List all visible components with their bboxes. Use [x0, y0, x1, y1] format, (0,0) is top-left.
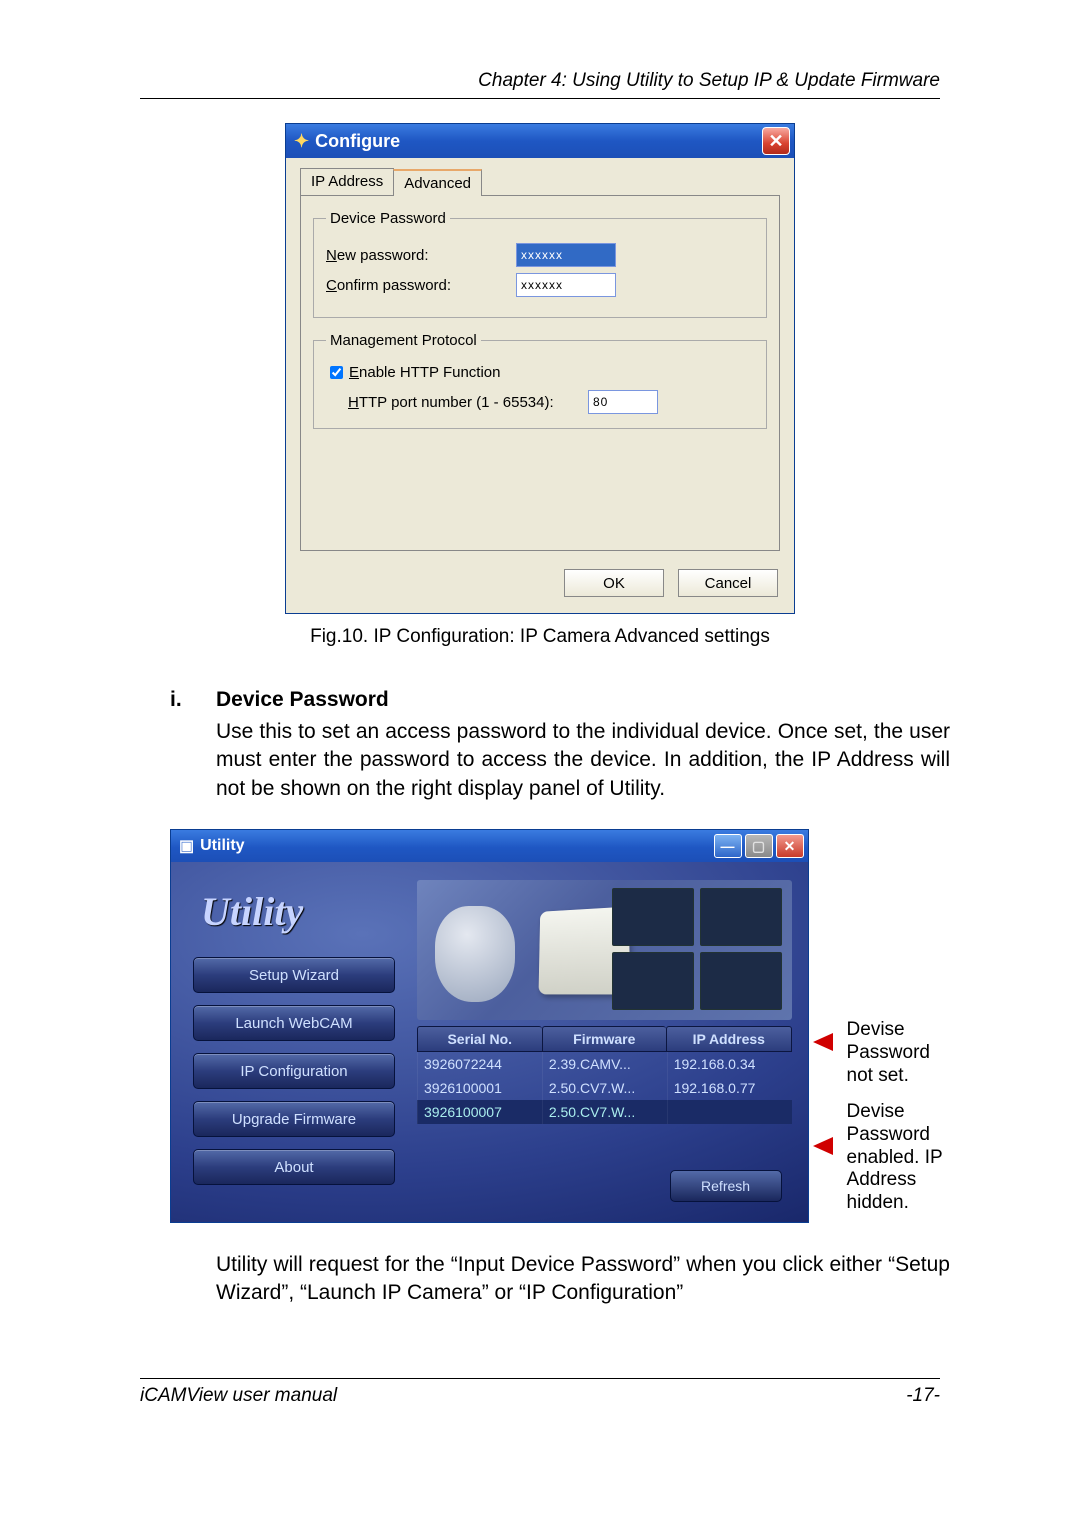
confirm-password-input[interactable]: [516, 273, 616, 297]
figure-10-caption: Fig.10. IP Configuration: IP Camera Adva…: [120, 626, 960, 648]
preview-banner: [417, 880, 792, 1020]
cell-ip: [667, 1100, 792, 1124]
footer-left: iCAMView user manual: [140, 1385, 337, 1407]
section-title: Device Password: [216, 688, 389, 712]
nav-about[interactable]: About: [193, 1149, 395, 1185]
cell-firmware: 2.39.CAMV...: [542, 1052, 667, 1076]
cancel-button[interactable]: Cancel: [678, 569, 778, 597]
close-button[interactable]: ✕: [762, 127, 790, 155]
table-row[interactable]: 3926100007 2.50.CV7.W...: [417, 1100, 792, 1124]
cell-serial: 3926100001: [417, 1076, 542, 1100]
cell-serial: 3926100007: [417, 1100, 542, 1124]
group-management-protocol: Management Protocol Enable HTTP Function…: [313, 332, 767, 429]
chapter-header: Chapter 4: Using Utility to Setup IP & U…: [140, 70, 940, 99]
col-ip[interactable]: IP Address: [666, 1026, 792, 1052]
camera-illustration: [435, 906, 515, 1002]
document-page: Chapter 4: Using Utility to Setup IP & U…: [0, 0, 1080, 1447]
brand-logo: Utility: [201, 888, 413, 935]
section-body: Use this to set an access password to th…: [216, 718, 950, 803]
app-icon: ▣: [179, 836, 194, 856]
section-number: i.: [170, 688, 216, 712]
cell-ip: 192.168.0.77: [667, 1076, 792, 1100]
nav-launch-webcam[interactable]: Launch WebCAM: [193, 1005, 395, 1041]
footer-right: -17-: [906, 1385, 940, 1407]
nav-upgrade-firmware[interactable]: Upgrade Firmware: [193, 1101, 395, 1137]
close-icon: ✕: [784, 838, 796, 855]
callout-password-enabled: Devise Password enabled. IP Address hidd…: [847, 1101, 960, 1215]
page-footer: iCAMView user manual -17-: [140, 1378, 940, 1407]
callouts: Devise Password not set. Devise Password…: [819, 829, 960, 1221]
dialog-title-text: Configure: [315, 131, 400, 152]
table-row[interactable]: 3926100001 2.50.CV7.W... 192.168.0.77: [417, 1076, 792, 1100]
close-icon: ✕: [768, 131, 783, 152]
col-firmware[interactable]: Firmware: [542, 1026, 667, 1052]
cell-firmware: 2.50.CV7.W...: [542, 1076, 667, 1100]
http-port-input[interactable]: [588, 390, 658, 414]
cell-ip: 192.168.0.34: [667, 1052, 792, 1076]
section-i: i. Device Password Use this to set an ac…: [170, 688, 950, 803]
group-device-password-legend: Device Password: [326, 210, 450, 227]
nav-setup-wizard[interactable]: Setup Wizard: [193, 957, 395, 993]
enable-http-label: Enable HTTP FunctionEnable HTTP Function: [349, 364, 500, 381]
arrow-icon: [813, 1137, 833, 1155]
tab-panel-advanced: Device Password NNew password:ew passwor…: [300, 195, 780, 551]
http-port-label: HTTP port number (1 - 65534):HTTP port n…: [348, 394, 588, 411]
enable-http-checkbox[interactable]: [330, 366, 343, 379]
maximize-button: ▢: [745, 834, 773, 858]
preview-thumb: [612, 888, 694, 946]
wrench-icon: ✦: [294, 131, 309, 152]
dialog-titlebar: ✦ Configure ✕: [286, 124, 794, 158]
closing-paragraph: Utility will request for the “Input Devi…: [216, 1251, 950, 1308]
tab-strip: IP Address Advanced: [300, 168, 780, 195]
arrow-icon: [813, 1033, 833, 1051]
group-management-protocol-legend: Management Protocol: [326, 332, 481, 349]
utility-sidebar: Utility Setup Wizard Launch WebCAM IP Co…: [183, 876, 413, 1208]
nav-ip-configuration[interactable]: IP Configuration: [193, 1053, 395, 1089]
table-header: Serial No. Firmware IP Address: [417, 1026, 792, 1052]
tab-ip-address[interactable]: IP Address: [300, 168, 394, 195]
new-password-input[interactable]: [516, 243, 616, 267]
device-table: Serial No. Firmware IP Address 392607224…: [417, 1026, 792, 1124]
cell-firmware: 2.50.CV7.W...: [542, 1100, 667, 1124]
configure-dialog-figure: ✦ Configure ✕ IP Address Advanced Device…: [285, 123, 795, 614]
preview-thumb: [700, 888, 782, 946]
ok-button[interactable]: OK: [564, 569, 664, 597]
utility-window: ▣ Utility — ▢ ✕ Utility Setup Wizard Lau…: [170, 829, 809, 1223]
table-row[interactable]: 3926072244 2.39.CAMV... 192.168.0.34: [417, 1052, 792, 1076]
minimize-icon: —: [721, 838, 735, 854]
group-device-password: Device Password NNew password:ew passwor…: [313, 210, 767, 318]
cell-serial: 3926072244: [417, 1052, 542, 1076]
confirm-password-label: Confirm password:Confirm password:: [326, 277, 516, 294]
utility-main: Serial No. Firmware IP Address 392607224…: [413, 876, 796, 1208]
col-serial[interactable]: Serial No.: [417, 1026, 542, 1052]
utility-figure: ▣ Utility — ▢ ✕ Utility Setup Wizard Lau…: [170, 829, 960, 1223]
configure-dialog: ✦ Configure ✕ IP Address Advanced Device…: [285, 123, 795, 614]
minimize-button[interactable]: —: [714, 834, 742, 858]
utility-titlebar: ▣ Utility — ▢ ✕: [171, 830, 808, 862]
tab-advanced[interactable]: Advanced: [393, 169, 482, 196]
preview-thumb: [612, 952, 694, 1010]
callout-password-not-set: Devise Password not set.: [847, 1019, 960, 1087]
preview-thumb: [700, 952, 782, 1010]
refresh-button[interactable]: Refresh: [670, 1170, 782, 1202]
maximize-icon: ▢: [752, 838, 765, 855]
close-button[interactable]: ✕: [776, 834, 804, 858]
new-password-label: NNew password:ew password:: [326, 247, 516, 264]
utility-title-text: Utility: [200, 837, 244, 855]
